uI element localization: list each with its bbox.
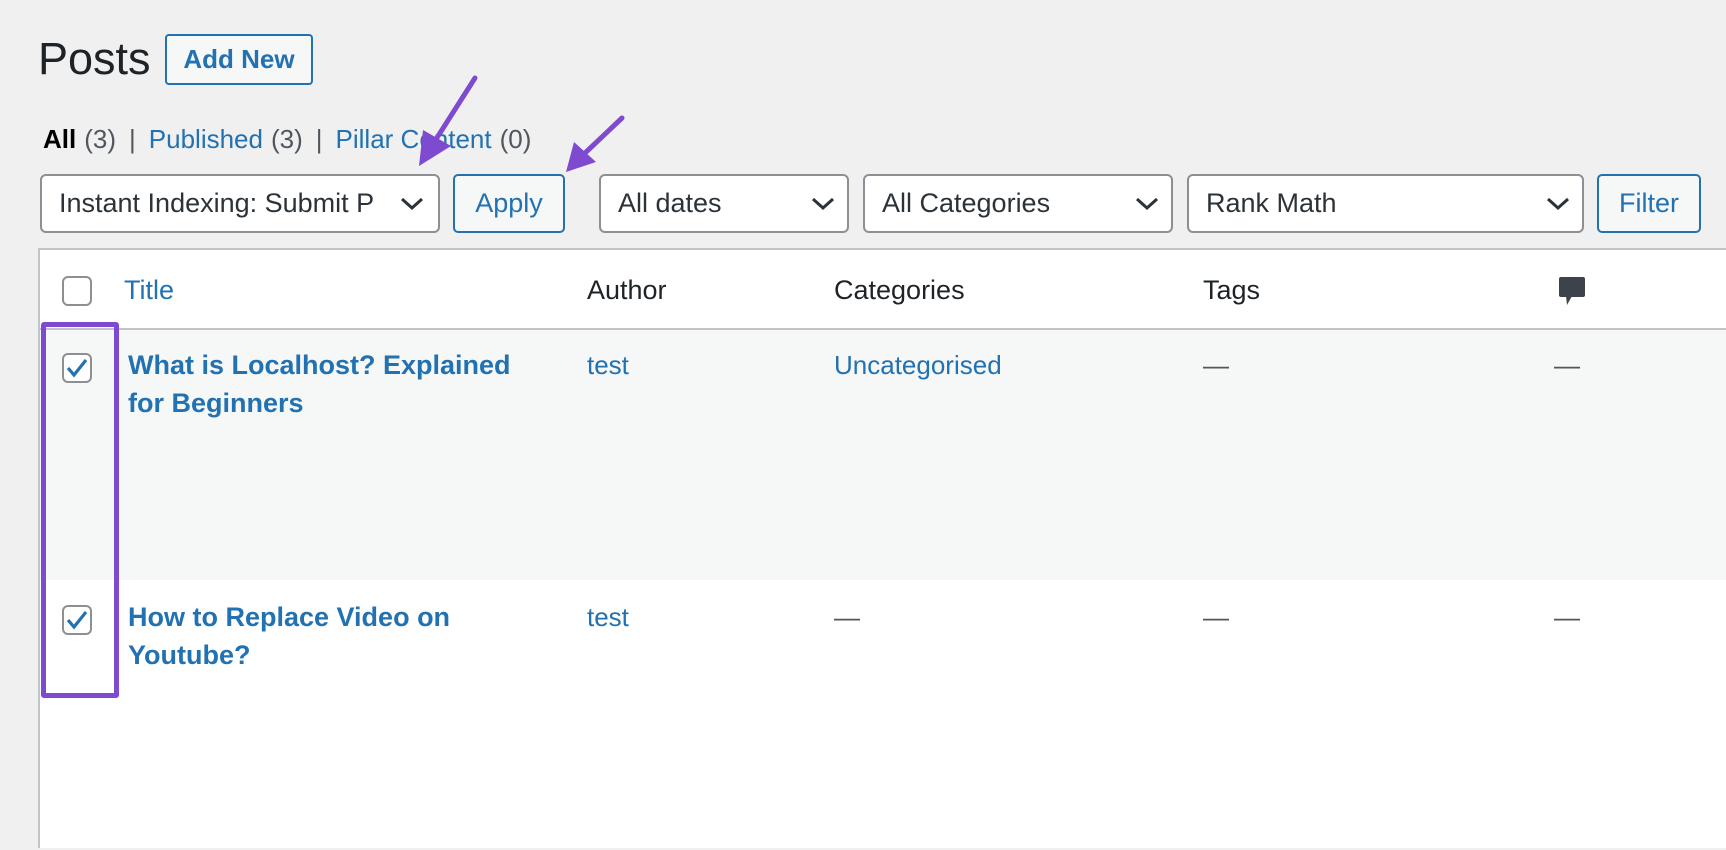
view-published-count: (3): [270, 124, 303, 154]
post-title-line: What is Localhost? Explained: [128, 350, 511, 380]
view-published-link[interactable]: Published: [149, 120, 263, 158]
view-all-count: (3): [84, 124, 117, 154]
post-title-line: Youtube?: [128, 640, 251, 670]
chevron-down-icon: [1534, 176, 1582, 231]
view-pillar-content-count: (0): [499, 124, 532, 154]
checkmark-icon: [66, 359, 88, 378]
post-tags-empty: —: [1203, 350, 1229, 380]
seo-filter-select[interactable]: Rank Math: [1187, 174, 1584, 233]
post-comments-empty: —: [1554, 350, 1580, 380]
bulk-actions-select[interactable]: Instant Indexing: Submit P: [40, 174, 440, 233]
post-categories-empty: —: [834, 602, 860, 632]
post-title-line: for Beginners: [128, 388, 304, 418]
post-title-link[interactable]: How to Replace Video on Youtube?: [128, 598, 548, 674]
view-separator: |: [129, 124, 136, 154]
post-tags-empty: —: [1203, 602, 1229, 632]
bulk-actions-value: Instant Indexing: Submit P: [59, 188, 375, 218]
table-row: What is Localhost? Explained for Beginne…: [40, 330, 1726, 580]
chevron-down-icon: [799, 176, 847, 231]
category-filter-select[interactable]: All Categories: [863, 174, 1173, 233]
row-checkbox-checked[interactable]: [62, 605, 92, 635]
table-row: How to Replace Video on Youtube? test — …: [40, 580, 1726, 850]
annotation-arrow-icon: [566, 115, 625, 172]
checkmark-icon: [66, 611, 88, 630]
posts-table: Title Author Categories Tags What is Loc…: [38, 248, 1726, 848]
column-categories-header: Categories: [834, 275, 965, 305]
view-all-link[interactable]: All: [43, 120, 76, 158]
filter-button[interactable]: Filter: [1597, 174, 1701, 233]
category-filter-value: All Categories: [882, 188, 1051, 218]
view-separator: |: [315, 124, 323, 154]
post-title-link[interactable]: What is Localhost? Explained for Beginne…: [128, 346, 548, 422]
column-title-header[interactable]: Title: [124, 273, 174, 307]
seo-filter-value: Rank Math: [1206, 188, 1337, 218]
select-all-checkbox[interactable]: [62, 276, 92, 306]
column-tags-header: Tags: [1203, 275, 1261, 305]
post-title-line: How to Replace Video on: [128, 602, 451, 632]
view-pillar-content-link[interactable]: Pillar Content: [336, 120, 492, 158]
row-checkbox-checked[interactable]: [62, 353, 92, 383]
post-author-link[interactable]: test: [587, 348, 629, 382]
comment-icon[interactable]: [1558, 276, 1586, 313]
post-status-filters: All (3) | Published (3) | Pillar Content…: [43, 120, 531, 158]
post-author-link[interactable]: test: [587, 600, 629, 634]
date-filter-select[interactable]: All dates: [599, 174, 849, 233]
page-title: Posts: [38, 33, 151, 84]
post-comments-empty: —: [1554, 602, 1580, 632]
date-filter-value: All dates: [618, 188, 722, 218]
apply-button[interactable]: Apply: [453, 174, 565, 233]
table-header: Title Author Categories Tags: [40, 250, 1726, 330]
chevron-down-icon: [388, 176, 436, 231]
post-category-link[interactable]: Uncategorised: [834, 348, 1002, 382]
add-new-button[interactable]: Add New: [165, 34, 313, 85]
chevron-down-icon: [1123, 176, 1171, 231]
column-author-header: Author: [587, 275, 667, 305]
